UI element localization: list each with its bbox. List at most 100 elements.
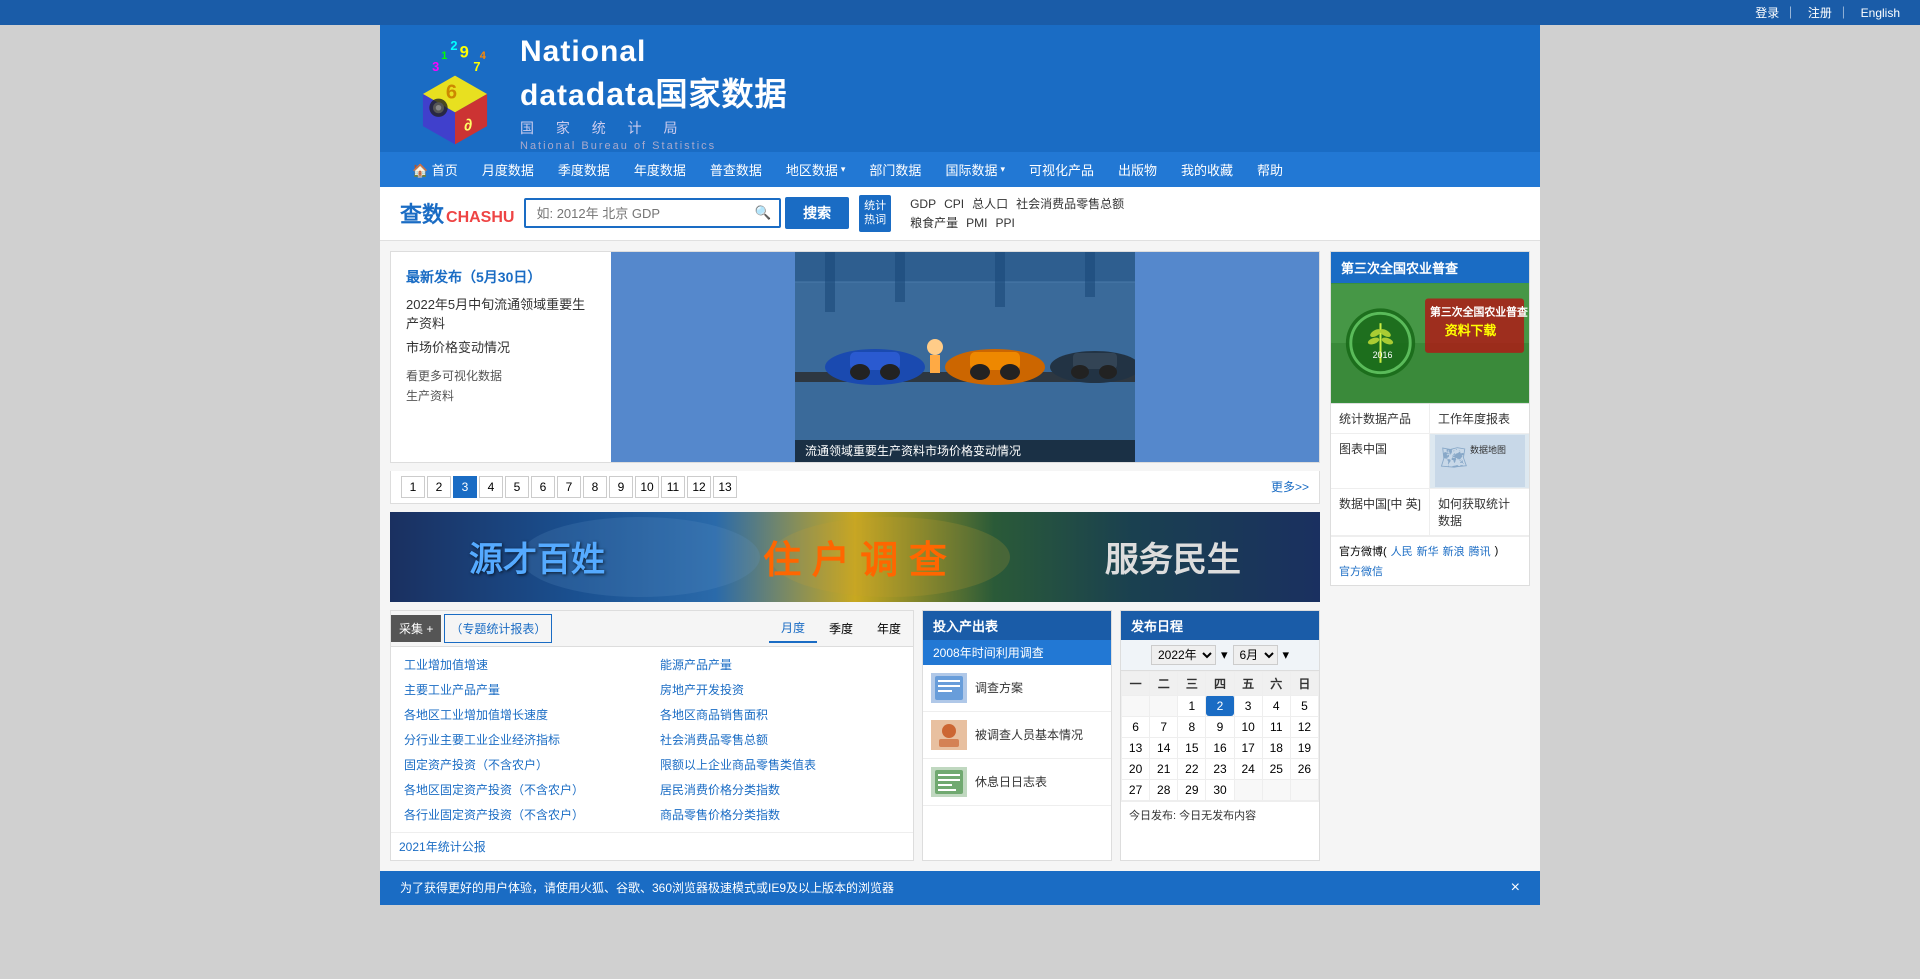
stats-item-10[interactable]: 限额以上企业商品零售类值表 xyxy=(652,752,908,777)
page-12[interactable]: 12 xyxy=(687,476,711,498)
cal-cell-25[interactable]: 25 xyxy=(1262,758,1290,779)
sidebar-weibo-renmin[interactable]: 人民 xyxy=(1391,543,1413,559)
notification-close-button[interactable]: × xyxy=(1511,879,1520,897)
page-13[interactable]: 13 xyxy=(713,476,737,498)
nav-annual[interactable]: 年度数据 xyxy=(622,152,698,187)
nav-quarterly[interactable]: 季度数据 xyxy=(546,152,622,187)
nav-home[interactable]: 🏠 首页 xyxy=(400,152,470,187)
cal-cell-15[interactable]: 15 xyxy=(1178,737,1206,758)
nav-help[interactable]: 帮助 xyxy=(1245,152,1295,187)
stats-item-9[interactable]: 固定资产投资（不含农户） xyxy=(396,752,652,777)
search-icon-button[interactable]: 🔍 xyxy=(746,200,779,226)
cal-cell-9[interactable]: 9 xyxy=(1206,716,1234,737)
page-3[interactable]: 3 xyxy=(453,476,477,498)
search-input[interactable] xyxy=(526,201,746,226)
cal-cell-1[interactable]: 1 xyxy=(1178,695,1206,716)
cal-cell-30[interactable]: 30 xyxy=(1206,779,1234,800)
nav-international[interactable]: 国际数据 ▾ xyxy=(933,152,1017,187)
cal-cell-28[interactable]: 28 xyxy=(1150,779,1178,800)
stats-item-14[interactable]: 商品零售价格分类指数 xyxy=(652,802,908,827)
tag-gdp[interactable]: GDP xyxy=(910,197,936,211)
cal-cell-10[interactable]: 10 xyxy=(1234,716,1262,737)
tag-pmi[interactable]: PMI xyxy=(966,216,987,230)
search-button[interactable]: 搜索 xyxy=(785,197,849,229)
cal-month-select[interactable]: 6月 xyxy=(1233,645,1278,665)
page-11[interactable]: 11 xyxy=(661,476,685,498)
cal-cell-27[interactable]: 27 xyxy=(1122,779,1150,800)
nav-census[interactable]: 普查数据 xyxy=(698,152,774,187)
cal-cell-18[interactable]: 18 xyxy=(1262,737,1290,758)
stats-item-4[interactable]: 房地产开发投资 xyxy=(652,677,908,702)
stats-item-5[interactable]: 各地区工业增加值增长速度 xyxy=(396,702,652,727)
cal-cell-7[interactable]: 7 xyxy=(1150,716,1178,737)
page-9[interactable]: 9 xyxy=(609,476,633,498)
tag-ppi[interactable]: PPI xyxy=(995,216,1014,230)
tab-monthly[interactable]: 月度 xyxy=(769,614,817,643)
cal-cell-5[interactable]: 5 xyxy=(1290,695,1318,716)
more-link[interactable]: 更多>> xyxy=(1271,478,1309,495)
page-4[interactable]: 4 xyxy=(479,476,503,498)
cal-cell-13[interactable]: 13 xyxy=(1122,737,1150,758)
cal-cell-22[interactable]: 22 xyxy=(1178,758,1206,779)
page-8[interactable]: 8 xyxy=(583,476,607,498)
cal-year-select[interactable]: 2022年 xyxy=(1151,645,1216,665)
tab-quarterly[interactable]: 季度 xyxy=(817,614,865,643)
page-2[interactable]: 2 xyxy=(427,476,451,498)
sidebar-link-chart-cn[interactable]: 图表中国 xyxy=(1331,434,1430,489)
sidebar-weibo-xinhua[interactable]: 新华 xyxy=(1417,543,1439,559)
page-7[interactable]: 7 xyxy=(557,476,581,498)
cal-cell-14[interactable]: 14 xyxy=(1150,737,1178,758)
nav-visual[interactable]: 可视化产品 xyxy=(1017,152,1106,187)
login-link[interactable]: 登录 xyxy=(1755,6,1779,20)
cal-cell-19[interactable]: 19 xyxy=(1290,737,1318,758)
sidebar-link-stats-data[interactable]: 统计数据产品 xyxy=(1331,404,1430,434)
stats-item-12[interactable]: 居民消费价格分类指数 xyxy=(652,777,908,802)
stats-item-1[interactable]: 工业增加值增速 xyxy=(396,652,652,677)
cal-cell-4[interactable]: 4 xyxy=(1262,695,1290,716)
page-6[interactable]: 6 xyxy=(531,476,555,498)
page-1[interactable]: 1 xyxy=(401,476,425,498)
stats-yearbook-link[interactable]: 2021年统计公报 xyxy=(399,840,486,854)
tag-cpi[interactable]: CPI xyxy=(944,197,964,211)
cal-cell-8[interactable]: 8 xyxy=(1178,716,1206,737)
tag-population[interactable]: 总人口 xyxy=(972,195,1008,212)
io-item-1[interactable]: 调查方案 xyxy=(923,665,1111,712)
news-link1[interactable]: 看更多可视化数据 xyxy=(406,367,596,384)
cal-cell-23[interactable]: 23 xyxy=(1206,758,1234,779)
stats-item-13[interactable]: 各行业固定资产投资（不含农户） xyxy=(396,802,652,827)
english-link[interactable]: English xyxy=(1861,6,1900,20)
cal-cell-16[interactable]: 16 xyxy=(1206,737,1234,758)
io-item-2[interactable]: 被调查人员基本情况 xyxy=(923,712,1111,759)
cal-cell-12[interactable]: 12 xyxy=(1290,716,1318,737)
stats-item-6[interactable]: 各地区商品销售面积 xyxy=(652,702,908,727)
cal-cell-11[interactable]: 11 xyxy=(1262,716,1290,737)
stats-item-2[interactable]: 能源产品产量 xyxy=(652,652,908,677)
cal-cell-17[interactable]: 17 xyxy=(1234,737,1262,758)
news-link2[interactable]: 生产资料 xyxy=(406,387,596,404)
sidebar-link-data-bilingual[interactable]: 数据中国[中 英] xyxy=(1331,489,1430,536)
cal-cell-2-today[interactable]: 2 xyxy=(1206,695,1234,716)
page-10[interactable]: 10 xyxy=(635,476,659,498)
io-item-3[interactable]: 休息日日志表 xyxy=(923,759,1111,806)
nav-dept[interactable]: 部门数据 xyxy=(857,152,933,187)
sidebar-link-yearbook[interactable]: 工作年度报表 xyxy=(1430,404,1529,434)
nav-favorites[interactable]: 我的收藏 xyxy=(1169,152,1245,187)
sidebar-link-get-data[interactable]: 如何获取统计数据 xyxy=(1430,489,1529,536)
nav-publications[interactable]: 出版物 xyxy=(1106,152,1169,187)
stats-special-button[interactable]: 采集 + xyxy=(391,615,441,642)
nav-monthly[interactable]: 月度数据 xyxy=(470,152,546,187)
cal-cell-20[interactable]: 20 xyxy=(1122,758,1150,779)
tag-grain[interactable]: 粮食产量 xyxy=(910,214,958,231)
stats-item-11[interactable]: 各地区固定资产投资（不含农户） xyxy=(396,777,652,802)
nav-regional[interactable]: 地区数据 ▾ xyxy=(774,152,858,187)
sidebar-weibo-sina[interactable]: 新浪 xyxy=(1443,543,1465,559)
sidebar-weixin[interactable]: 官方微信 xyxy=(1339,563,1383,579)
page-5[interactable]: 5 xyxy=(505,476,529,498)
cal-cell-29[interactable]: 29 xyxy=(1178,779,1206,800)
register-link[interactable]: 注册 xyxy=(1808,6,1832,20)
stats-item-8[interactable]: 社会消费品零售总额 xyxy=(652,727,908,752)
tag-retail[interactable]: 社会消费品零售总额 xyxy=(1016,195,1124,212)
cal-cell-21[interactable]: 21 xyxy=(1150,758,1178,779)
tab-annual[interactable]: 年度 xyxy=(865,614,913,643)
cal-cell-6[interactable]: 6 xyxy=(1122,716,1150,737)
